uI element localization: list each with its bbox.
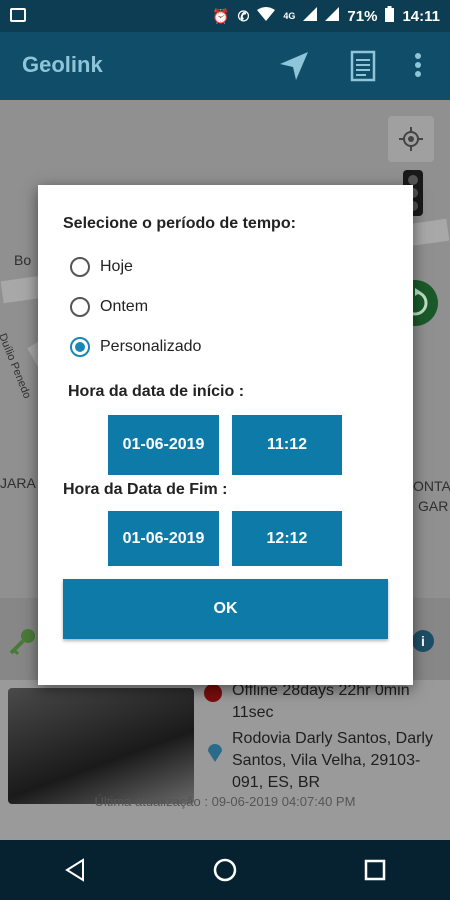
time-period-dialog: Selecione o período de tempo: Hoje Ontem… (38, 185, 413, 685)
report-icon[interactable] (348, 50, 380, 89)
pin-icon (207, 740, 223, 767)
navigation-arrow-icon[interactable] (278, 50, 310, 87)
gallery-icon (10, 8, 26, 22)
map-label: ONTA (413, 478, 450, 494)
app-title: Geolink (22, 52, 103, 77)
alarm-icon: ⏰ (212, 8, 230, 24)
radio-option-ontem[interactable]: Ontem (70, 297, 148, 317)
system-nav-bar (0, 840, 450, 900)
panel-info: Offline 28days 22hr 0min 11sec Rodovia D… (0, 680, 450, 840)
back-icon[interactable] (55, 850, 95, 890)
clock: 14:11 (402, 7, 440, 25)
status-bar: ⏰ ✆ 4G 71% 14:11 (0, 0, 450, 32)
ok-button[interactable]: OK (63, 579, 388, 639)
wifi-call-icon: ✆ (237, 8, 250, 24)
map-label: Bo (14, 252, 32, 268)
start-date-button[interactable]: 01-06-2019 (108, 415, 219, 475)
vehicle-image (8, 688, 194, 804)
status-bar-right: ⏰ ✆ 4G 71% 14:11 (212, 0, 440, 32)
info-icon[interactable]: i (412, 630, 434, 652)
start-time-button[interactable]: 11:12 (232, 415, 342, 475)
end-time-button[interactable]: 12:12 (232, 511, 342, 566)
end-date-button[interactable]: 01-06-2019 (108, 511, 219, 566)
vehicle-address: Rodovia Darly Santos, Darly Santos, Vila… (232, 730, 433, 791)
app-bar: Geolink (0, 32, 450, 100)
last-update-text: Última atualização : 09-06-2019 04:07:40… (94, 794, 356, 809)
network-type: 4G (283, 11, 296, 21)
battery-percent: 71% (347, 7, 378, 25)
recents-icon[interactable] (355, 850, 395, 890)
start-label: Hora da data de início : (68, 383, 245, 400)
radio-option-hoje[interactable]: Hoje (70, 257, 133, 277)
battery-icon (385, 6, 395, 26)
radio-label: Personalizado (100, 338, 202, 355)
radio-button-selected[interactable] (70, 337, 90, 357)
home-icon[interactable] (205, 850, 245, 890)
map-label: GAR (418, 498, 449, 514)
wifi-icon (257, 7, 276, 25)
radio-label: Ontem (100, 298, 149, 315)
radio-button[interactable] (70, 297, 90, 317)
key-icon[interactable] (8, 626, 38, 661)
radio-label: Hoje (100, 258, 133, 275)
map-label: Duílio Penedo (0, 331, 34, 401)
dialog-title: Selecione o período de tempo: (63, 215, 296, 232)
more-vert-icon[interactable] (414, 50, 422, 85)
status-dot-icon (204, 684, 222, 702)
location-target-icon[interactable] (388, 116, 434, 162)
map-label: JARA (0, 475, 36, 491)
signal-icon (303, 7, 318, 25)
radio-button[interactable] (70, 257, 90, 277)
end-label: Hora da Data de Fim : (63, 481, 228, 498)
vehicle-status-text: Offline 28days 22hr 0min 11sec (232, 682, 410, 721)
signal-icon-2 (325, 7, 340, 25)
radio-option-personalizado[interactable]: Personalizado (70, 337, 201, 357)
